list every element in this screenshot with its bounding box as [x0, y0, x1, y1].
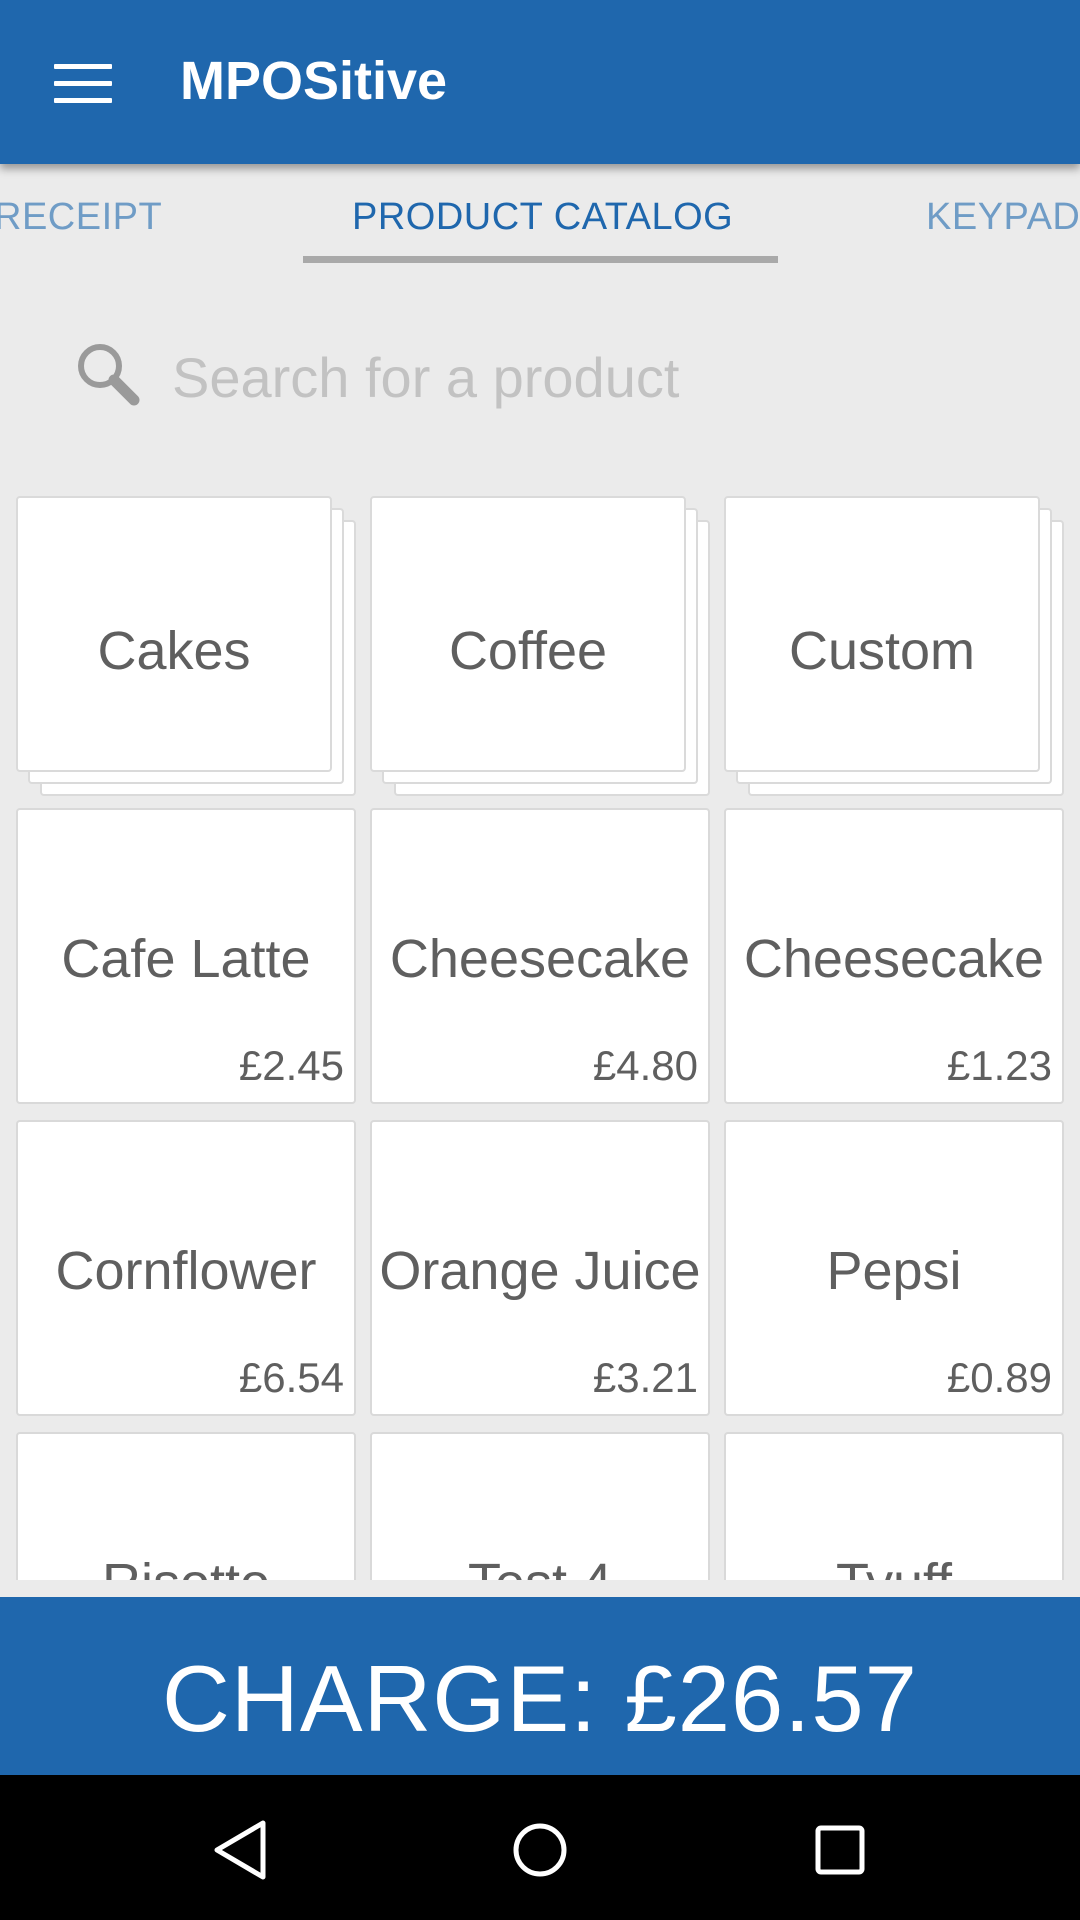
category-name: Cakes — [97, 621, 251, 681]
product-tile[interactable]: Cheesecake £1.23 — [724, 808, 1064, 1104]
product-price: £3.21 — [592, 1354, 698, 1401]
tab-product-catalog[interactable]: PRODUCT CATALOG — [352, 196, 733, 239]
product-name: Cafe Latte — [61, 929, 311, 989]
product-price: £6.54 — [238, 1354, 344, 1401]
category-tile-cakes[interactable]: Cakes — [16, 496, 356, 796]
product-name: Test 4 — [372, 1552, 708, 1580]
product-price: £0.89 — [946, 1354, 1052, 1401]
product-name: Pepsi — [826, 1241, 962, 1301]
system-nav-bar — [0, 1775, 1080, 1920]
search-icon — [78, 344, 140, 406]
tab-keypad[interactable]: KEYPAD — [926, 196, 1080, 239]
category-tile-custom[interactable]: Custom — [724, 496, 1064, 796]
product-price: £1.23 — [946, 1042, 1052, 1089]
product-tile[interactable]: Cheesecake £4.80 — [370, 808, 710, 1104]
product-tile[interactable]: Orange Juice £3.21 — [370, 1120, 710, 1416]
charge-label: CHARGE: £26.57 — [162, 1646, 918, 1751]
tab-receipt[interactable]: RECEIPT — [0, 196, 162, 239]
recents-icon[interactable] — [805, 1815, 875, 1885]
product-name: Cheesecake — [743, 929, 1045, 989]
category-tile-coffee[interactable]: Coffee — [370, 496, 710, 796]
menu-icon[interactable] — [54, 64, 112, 104]
product-name: Cheesecake — [389, 929, 691, 989]
app-title: MPOSitive — [180, 51, 448, 111]
product-tile[interactable]: Tyuff — [724, 1432, 1064, 1580]
product-grid: Cakes Coffee Custom Cafe Latte £2.45 Che… — [0, 490, 1080, 1580]
product-tile[interactable]: Cafe Latte £2.45 — [16, 808, 356, 1104]
product-name: Risotto — [18, 1552, 354, 1580]
tab-bar: RECEIPT PRODUCT CATALOG KEYPAD — [0, 164, 1080, 274]
back-icon[interactable] — [205, 1815, 275, 1885]
product-tile[interactable]: Risotto — [16, 1432, 356, 1580]
product-price: £2.45 — [238, 1042, 344, 1089]
home-icon[interactable] — [505, 1815, 575, 1885]
active-tab-indicator — [303, 256, 778, 263]
product-name: Cornflower — [55, 1241, 317, 1301]
charge-button[interactable]: CHARGE: £26.57 — [0, 1597, 1080, 1775]
product-tile[interactable]: Test 4 — [370, 1432, 710, 1580]
app-bar: MPOSitive — [0, 0, 1080, 164]
category-name: Coffee — [448, 621, 608, 681]
product-tile[interactable]: Pepsi £0.89 — [724, 1120, 1064, 1416]
search-bar[interactable] — [70, 330, 1030, 420]
product-name: Tyuff — [726, 1552, 1062, 1580]
category-name: Custom — [788, 621, 976, 681]
product-tile[interactable]: Cornflower £6.54 — [16, 1120, 356, 1416]
product-price: £4.80 — [592, 1042, 698, 1089]
search-input[interactable] — [172, 342, 1012, 412]
product-name: Orange Juice — [379, 1241, 701, 1301]
